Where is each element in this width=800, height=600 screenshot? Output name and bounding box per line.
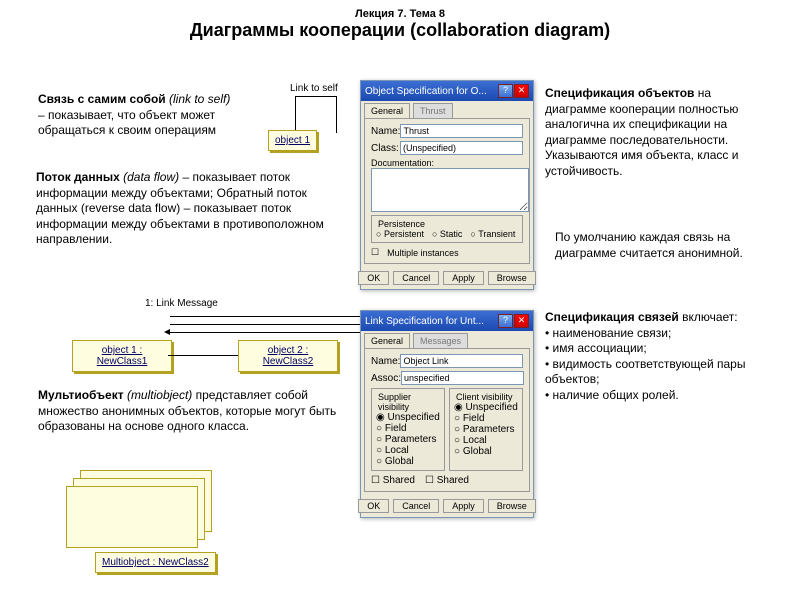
tab-thrust[interactable]: Thrust [413,103,453,118]
tab-general[interactable]: General [364,333,410,348]
class-input[interactable] [400,141,523,155]
text-data-flow: Поток данных (data flow) – показывает по… [36,170,326,248]
object1-class-box: object 1 : NewClass1 [72,340,172,372]
title-block: Лекция 7. Тема 8 Диаграммы кооперации (c… [0,0,800,41]
tab-general[interactable]: General [364,103,410,118]
tab-messages[interactable]: Messages [413,333,468,348]
name-input[interactable] [400,124,523,138]
supplier-visibility: Supplier visibility ◉ Unspecified ○ Fiel… [371,388,445,471]
apply-button[interactable]: Apply [443,271,484,285]
link-message-label: 1: Link Message [145,298,218,309]
text-anon-link: По умолчанию каждая связь на диаграмме с… [555,230,765,261]
multiobject-box: Multiobject : NewClass2 [95,552,216,573]
titlebar-buttons[interactable]: ?✕ [497,84,529,98]
link-name-input[interactable] [400,354,523,368]
text-link-to-self: Связь с самим собой (link to self) – пок… [38,92,238,139]
text-multiobject: Мультиобъект (multiobject) представляет … [38,388,338,435]
dialog-titlebar: Link Specification for Unt... ?✕ [361,311,533,331]
link-to-self-label: Link to self [290,83,338,94]
doc-textarea[interactable] [371,168,529,212]
client-visibility: Client visibility ◉ Unspecified ○ Field … [449,388,523,471]
persistence-group: Persistence ○ Persistent ○ Static ○ Tran… [371,215,523,243]
dialog-tabs[interactable]: General Thrust [361,101,533,118]
cancel-button[interactable]: Cancel [393,499,439,513]
assoc-input[interactable] [401,371,524,385]
object2-class-box: object 2 : NewClass2 [238,340,338,372]
lecture-number: Лекция 7. Тема 8 [0,8,800,20]
dialog-tabs[interactable]: General Messages [361,331,533,348]
ok-button[interactable]: OK [358,271,389,285]
text-spec-links: Спецификация связей включает: наименован… [545,310,765,404]
dialog-object-spec: Object Specification for O... ?✕ General… [360,80,534,290]
lecture-title: Диаграммы кооперации (collaboration diag… [0,20,800,41]
browse-button[interactable]: Browse [488,499,536,513]
cancel-button[interactable]: Cancel [393,271,439,285]
object1-box: object 1 [268,130,317,151]
apply-button[interactable]: Apply [443,499,484,513]
self-loop [295,96,337,133]
dialog-titlebar: Object Specification for O... ?✕ [361,81,533,101]
browse-button[interactable]: Browse [488,271,536,285]
titlebar-buttons[interactable]: ?✕ [497,314,529,328]
dialog-link-spec: Link Specification for Unt... ?✕ General… [360,310,534,518]
ok-button[interactable]: OK [358,499,389,513]
text-spec-objects: Спецификация объектов на диаграмме коопе… [545,86,765,180]
